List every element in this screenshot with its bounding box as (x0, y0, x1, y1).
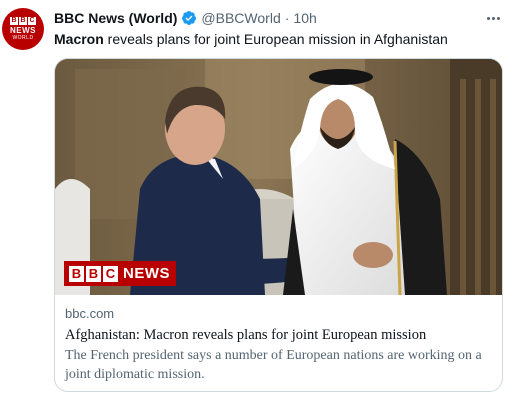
badge-block: C (103, 265, 118, 282)
photo-illustration (55, 59, 502, 295)
avatar-block: B (19, 17, 27, 25)
tweet: B B C NEWS WORLD BBC News (World) @BBCWo… (0, 0, 514, 400)
author-display-name[interactable]: BBC News (World) (54, 10, 177, 26)
avatar-logo-blocks: B B C (10, 17, 36, 25)
card-domain: bbc.com (65, 306, 115, 321)
avatar[interactable]: B B C NEWS WORLD (2, 8, 44, 50)
avatar-block: B (10, 17, 18, 25)
tweet-text-bold: Macron (54, 31, 104, 47)
badge-block: B (69, 265, 84, 282)
card-image[interactable]: B B C NEWS (55, 59, 502, 295)
card-body[interactable]: bbc.com Afghanistan: Macron reveals plan… (65, 305, 492, 384)
verified-badge-icon (182, 11, 197, 25)
tweet-header: BBC News (World) @BBCWorld · 10h (54, 8, 504, 28)
link-card[interactable]: B B C NEWS bbc.com Afghanistan: Macron r… (54, 58, 503, 392)
avatar-label-world: WORLD (12, 35, 34, 41)
tweet-text: Macron reveals plans for joint European … (54, 30, 504, 48)
more-horizontal-icon[interactable] (482, 8, 504, 28)
tweet-text-rest: reveals plans for joint European mission… (103, 31, 448, 47)
avatar-label-news: NEWS (10, 26, 36, 35)
bbc-news-logo: B B C NEWS (64, 261, 176, 286)
separator-dot: · (284, 10, 290, 26)
author-handle[interactable]: @BBCWorld (201, 10, 280, 26)
tweet-timestamp[interactable]: 10h (293, 10, 316, 26)
badge-block: B (86, 265, 101, 282)
badge-news-label: NEWS (123, 265, 170, 282)
card-description: The French president says a number of Eu… (65, 348, 482, 382)
card-title[interactable]: Afghanistan: Macron reveals plans for jo… (65, 326, 492, 344)
avatar-block: C (28, 17, 36, 25)
